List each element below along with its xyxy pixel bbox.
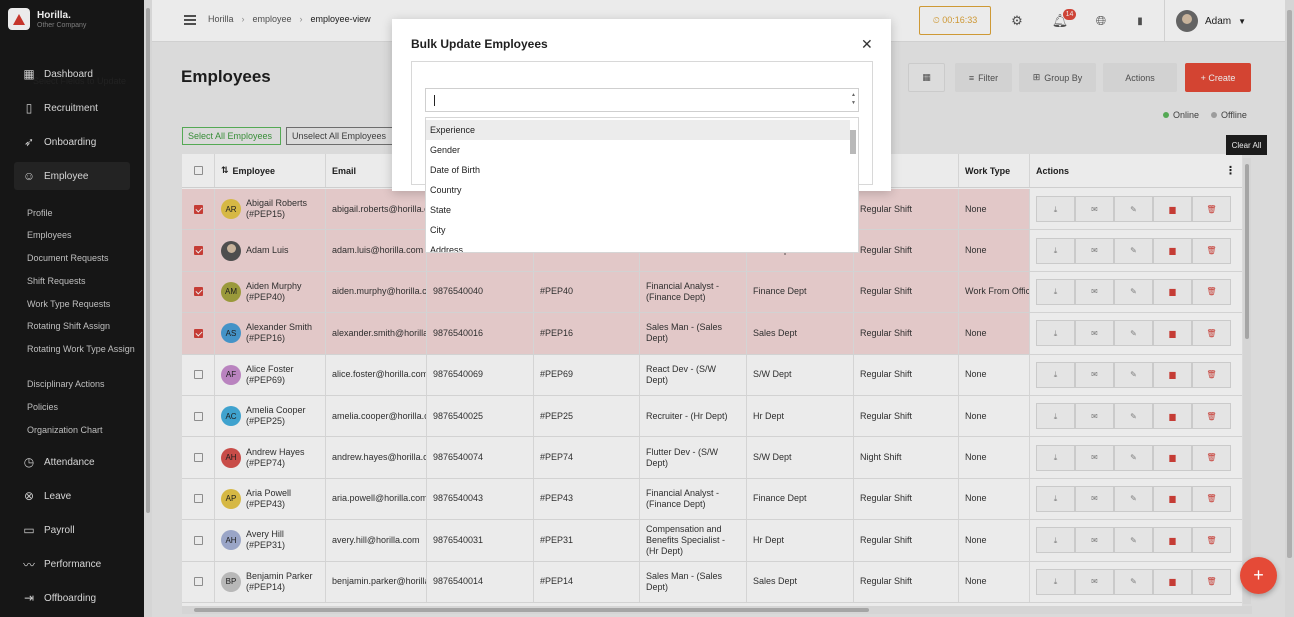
- close-icon[interactable]: ✕: [861, 36, 873, 53]
- modal-title: Bulk Update Employees: [411, 37, 548, 51]
- dropdown-scrollbar[interactable]: [849, 120, 857, 252]
- field-option[interactable]: City: [426, 220, 850, 240]
- field-search-input[interactable]: [432, 93, 842, 107]
- field-option[interactable]: Country: [426, 180, 850, 200]
- field-option[interactable]: Date of Birth: [426, 160, 850, 180]
- field-option[interactable]: Experience: [426, 120, 850, 140]
- field-select-search[interactable]: ▲ ▼: [425, 88, 859, 112]
- field-options-dropdown: Experience Gender Date of Birth Country Stat…: [425, 117, 859, 253]
- floating-add-button[interactable]: +: [1240, 557, 1277, 594]
- field-option[interactable]: Gender: [426, 140, 850, 160]
- field-option[interactable]: State: [426, 200, 850, 220]
- field-label: Select Fields to Update: [33, 76, 127, 86]
- field-option[interactable]: Address: [426, 240, 850, 252]
- spinner-icon[interactable]: ▲ ▼: [851, 91, 856, 107]
